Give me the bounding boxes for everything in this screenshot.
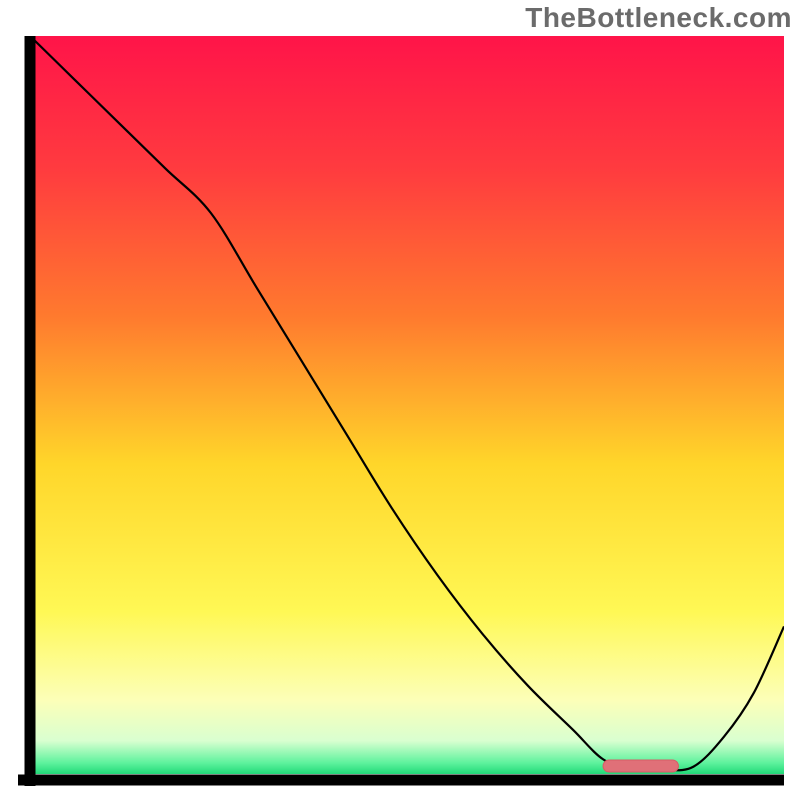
optimum-marker (603, 760, 678, 772)
chart-stage: TheBottleneck.com (0, 0, 800, 800)
watermark-text: TheBottleneck.com (525, 2, 792, 34)
plot-area (18, 36, 784, 786)
chart-svg (18, 36, 784, 786)
